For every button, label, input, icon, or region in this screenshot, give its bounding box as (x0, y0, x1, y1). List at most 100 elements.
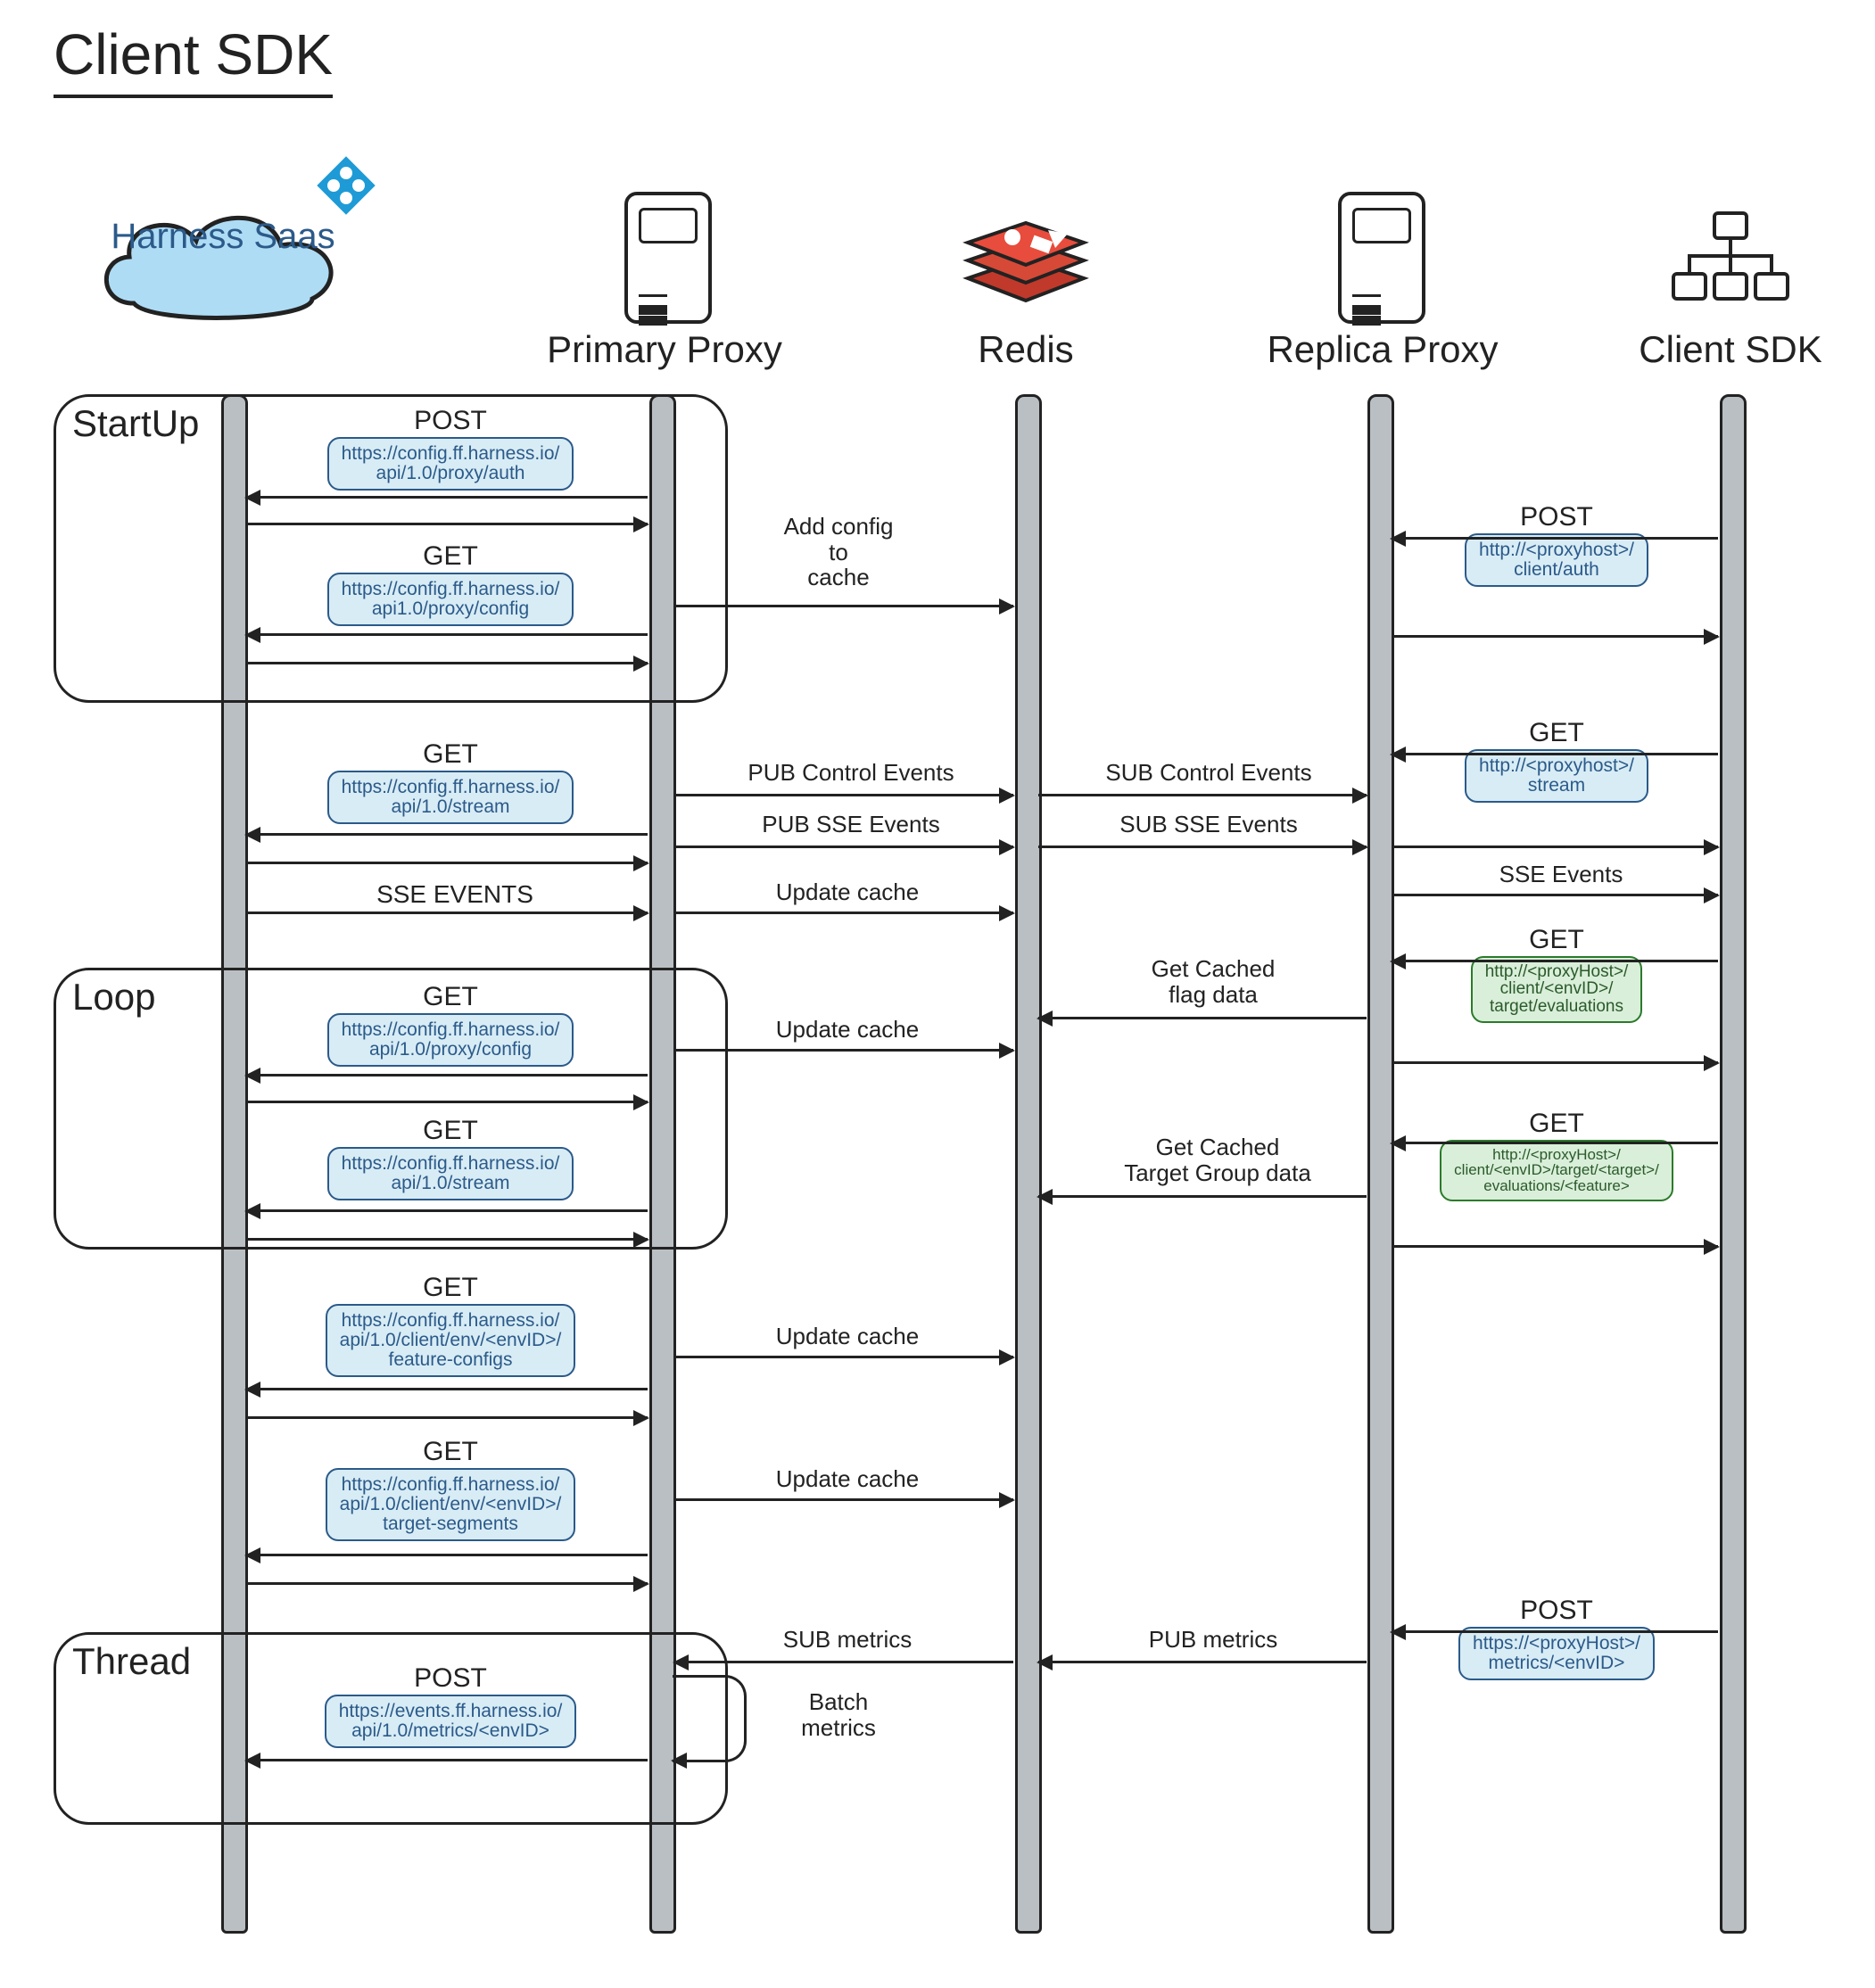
msg-get-target-segments: GET https://config.ff.harness.io/ api/1.… (268, 1438, 633, 1541)
method: GET (268, 1438, 633, 1466)
client-sdk-org-icon (1668, 210, 1793, 308)
arrow (1392, 635, 1718, 638)
url: https://config.ff.harness.io/ api/1.0/st… (327, 771, 574, 824)
arrow (1392, 1630, 1718, 1633)
url: https://events.ff.harness.io/ api/1.0/me… (325, 1695, 577, 1748)
msg-right-get-eval-one: GET http://<proxyHost>/ client/<envID>/t… (1396, 1109, 1717, 1201)
arrow (246, 1416, 648, 1419)
label-update-cache-4: Update cache (723, 1466, 972, 1492)
method: GET (1405, 926, 1708, 954)
method: POST (268, 1664, 633, 1693)
arrow (1038, 794, 1367, 796)
arrow (246, 1209, 648, 1212)
arrow (674, 912, 1013, 914)
url: http://<proxyhost>/ stream (1465, 749, 1648, 803)
arrow (674, 846, 1013, 848)
primary-proxy-server-icon (624, 192, 712, 324)
arrow (246, 523, 648, 525)
label-pub-metrics: PUB metrics (1115, 1627, 1311, 1653)
arrow (246, 1238, 648, 1241)
label-sse-events: SSE EVENTS (339, 881, 571, 909)
method: POST (1418, 503, 1695, 532)
page-title: Client SDK (54, 21, 333, 98)
method: POST (1418, 1596, 1695, 1625)
arrow (1392, 537, 1718, 540)
msg-right-get-stream: GET http://<proxyhost>/ stream (1418, 719, 1695, 803)
harness-saas-label: Harness Saas (80, 218, 366, 255)
method: GET (268, 1117, 633, 1145)
arrow (674, 1498, 1013, 1501)
replica-proxy-label: Replica Proxy (1222, 328, 1543, 371)
redis-label: Redis (959, 328, 1093, 371)
arrow (246, 1582, 648, 1585)
arrow (674, 1049, 1013, 1052)
label-sub-control: SUB Control Events (1061, 760, 1356, 786)
url: https://config.ff.harness.io/ api/1.0/pr… (327, 1013, 574, 1067)
msg-get-feature-configs: GET https://config.ff.harness.io/ api/1.… (268, 1274, 633, 1377)
label-update-cache-2: Update cache (723, 1017, 972, 1043)
msg-get-stream-1: GET https://config.ff.harness.io/ api/1.… (268, 740, 633, 824)
msg-right-post-auth: POST http://<proxyhost>/ client/auth (1418, 503, 1695, 587)
label-update-cache-3: Update cache (723, 1324, 972, 1349)
lifeline-replica (1367, 394, 1394, 1934)
url: http://<proxyHost>/ client/<envID>/ targ… (1471, 956, 1643, 1024)
method: GET (1418, 719, 1695, 747)
arrow (246, 1759, 648, 1761)
method: GET (268, 1274, 633, 1302)
arrow (246, 1554, 648, 1556)
harness-badge-icon (314, 153, 378, 218)
arrow (1038, 846, 1367, 848)
arrow (674, 794, 1013, 796)
label-get-target-group: Get Cached Target Group data (1070, 1134, 1365, 1185)
primary-proxy-label: Primary Proxy (500, 328, 830, 371)
lifeline-redis (1015, 394, 1042, 1934)
url: https://config.ff.harness.io/ api/1.0/cl… (326, 1304, 576, 1377)
lifeline-client (1720, 394, 1747, 1934)
url: https://config.ff.harness.io/ api/1.0/cl… (326, 1468, 576, 1541)
redis-icon (950, 198, 1102, 314)
msg-get-config-1: GET https://config.ff.harness.io/ api1.0… (268, 542, 633, 626)
group-thread-label: Thread (72, 1640, 191, 1683)
arrow (246, 1101, 648, 1103)
arrow (246, 1074, 648, 1076)
arrow (1392, 1245, 1718, 1248)
arrow (246, 496, 648, 499)
arrow (1392, 894, 1718, 896)
arrow (246, 1388, 648, 1390)
url: https://<proxyHost>/ metrics/<envID> (1458, 1627, 1655, 1680)
arrow (1392, 960, 1718, 962)
url: https://config.ff.harness.io/ api/1.0/st… (327, 1147, 574, 1200)
label-pub-control: PUB Control Events (708, 760, 994, 786)
self-loop-batch (673, 1675, 747, 1762)
arrow (1392, 753, 1718, 755)
label-batch: Batch metrics (758, 1689, 919, 1740)
msg-post-metrics: POST https://events.ff.harness.io/ api/1… (268, 1664, 633, 1748)
arrow (1038, 1017, 1367, 1019)
arrow (1392, 1142, 1718, 1144)
replica-proxy-server-icon (1338, 192, 1425, 324)
arrow (674, 1661, 1013, 1663)
arrow (1392, 1061, 1718, 1064)
arrow (1038, 1195, 1367, 1198)
arrow (674, 605, 1013, 607)
method: POST (268, 407, 633, 435)
msg-get-config-2: GET https://config.ff.harness.io/ api/1.… (268, 983, 633, 1067)
group-startup-label: StartUp (72, 402, 199, 445)
label-sub-metrics: SUB metrics (749, 1627, 946, 1653)
group-loop-label: Loop (72, 976, 155, 1019)
arrow (1038, 1661, 1367, 1663)
label-pub-sse: PUB SSE Events (708, 812, 994, 837)
msg-post-auth: POST https://config.ff.harness.io/ api/1… (268, 407, 633, 491)
method: GET (268, 983, 633, 1011)
label-update-cache-1: Update cache (723, 879, 972, 905)
url: https://config.ff.harness.io/ api/1.0/pr… (327, 437, 574, 491)
url: http://<proxyhost>/ client/auth (1465, 533, 1648, 587)
method: GET (268, 740, 633, 769)
msg-right-post-metrics: POST https://<proxyHost>/ metrics/<envID… (1418, 1596, 1695, 1680)
arrow (674, 1356, 1013, 1358)
url: https://config.ff.harness.io/ api1.0/pro… (327, 573, 574, 626)
label-sub-sse: SUB SSE Events (1070, 812, 1347, 837)
method: GET (1396, 1109, 1717, 1138)
arrow (246, 833, 648, 836)
arrow (246, 633, 648, 636)
